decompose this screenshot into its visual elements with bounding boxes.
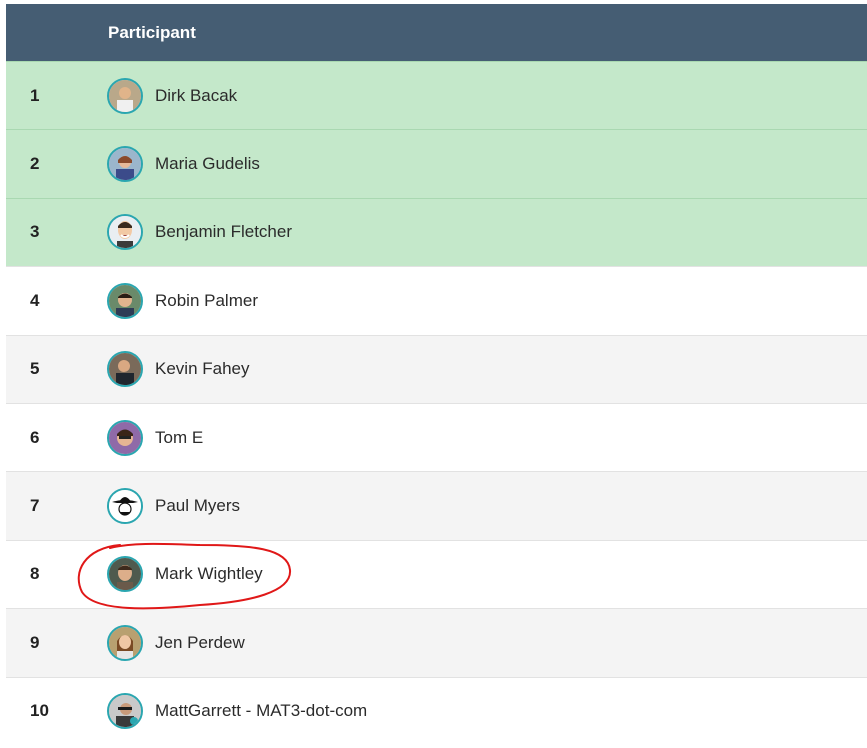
- table-row[interactable]: 7 Paul Myers: [6, 471, 867, 540]
- avatar[interactable]: [107, 556, 143, 593]
- avatar[interactable]: [107, 624, 143, 661]
- participant-name[interactable]: Jen Perdew: [155, 609, 245, 676]
- participant-column-header: Participant: [108, 23, 196, 42]
- avatar[interactable]: [107, 214, 143, 251]
- avatar[interactable]: [107, 419, 143, 456]
- rank-number: 1: [30, 85, 40, 105]
- rank-number: 9: [30, 632, 40, 652]
- avatar[interactable]: [107, 351, 143, 388]
- avatar[interactable]: [107, 282, 143, 319]
- avatar[interactable]: [107, 488, 143, 525]
- participant-name[interactable]: Paul Myers: [155, 472, 240, 539]
- participant-name[interactable]: Maria Gudelis: [155, 130, 260, 197]
- rank-number: 7: [30, 496, 40, 516]
- participant-name[interactable]: Tom E: [155, 404, 203, 471]
- rank-number: 8: [30, 564, 40, 584]
- participant-name[interactable]: Kevin Fahey: [155, 336, 250, 403]
- avatar[interactable]: [107, 146, 143, 183]
- participant-name[interactable]: MattGarrett - MAT3-dot-com: [155, 678, 367, 745]
- rank-number: 3: [30, 222, 40, 242]
- table-row[interactable]: 3 Benjamin Fletcher: [6, 197, 867, 267]
- participant-name[interactable]: Benjamin Fletcher: [155, 199, 292, 266]
- rank-number: 10: [30, 701, 49, 721]
- table-row[interactable]: 5 Kevin Fahey: [6, 334, 867, 403]
- participant-name[interactable]: Robin Palmer: [155, 267, 258, 334]
- avatar[interactable]: [107, 693, 143, 730]
- avatar[interactable]: [107, 77, 143, 114]
- table-row[interactable]: 4 Robin Palmer: [6, 266, 867, 335]
- rank-number: 6: [30, 427, 40, 447]
- rank-number: 4: [30, 290, 40, 310]
- table-row[interactable]: 8 Mark Wightley: [6, 539, 867, 609]
- table-row[interactable]: 9 Jen Perdew: [6, 608, 867, 677]
- participant-name[interactable]: Mark Wightley: [155, 541, 263, 608]
- rank-number: 5: [30, 359, 40, 379]
- table-row[interactable]: 6 Tom E: [6, 402, 867, 472]
- leaderboard-table: Participant 1 Dirk Bacak 2 Maria Gudelis…: [6, 4, 867, 745]
- table-header: Participant: [6, 4, 867, 61]
- table-row[interactable]: 2 Maria Gudelis: [6, 129, 867, 198]
- participant-name[interactable]: Dirk Bacak: [155, 62, 237, 129]
- table-row[interactable]: 1 Dirk Bacak: [6, 61, 867, 130]
- table-row[interactable]: 10 MattGarrett - MAT3-dot-com: [6, 676, 867, 745]
- rank-number: 2: [30, 154, 40, 174]
